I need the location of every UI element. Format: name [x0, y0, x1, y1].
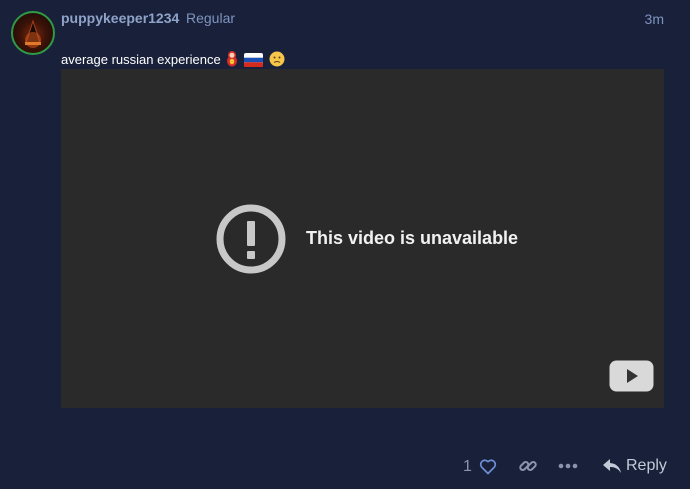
post-text: average russian experience — [61, 52, 221, 67]
embedded-video[interactable]: This video is unavailable — [61, 69, 664, 408]
heart-icon[interactable] — [478, 456, 498, 476]
link-icon[interactable] — [518, 456, 538, 476]
reply-button[interactable]: Reply — [626, 457, 667, 475]
like-count: 1 — [463, 458, 472, 475]
post-username[interactable]: puppykeeper1234 — [61, 10, 179, 26]
matryoshka-doll-icon — [227, 51, 238, 67]
russia-flag-icon — [243, 53, 263, 67]
post-timestamp[interactable]: 3m — [645, 11, 664, 27]
reply-arrow-icon[interactable] — [601, 456, 623, 476]
avatar-image — [25, 19, 41, 48]
alert-circle-icon — [216, 204, 286, 274]
video-unavailable-message: This video is unavailable — [306, 228, 519, 248]
youtube-play-icon[interactable] — [609, 360, 654, 392]
user-title: Regular — [186, 10, 236, 26]
more-dots-icon[interactable] — [557, 456, 579, 476]
slightly-frowning-face-icon — [269, 51, 285, 67]
user-avatar[interactable] — [11, 11, 55, 55]
post-body: average russian experience — [61, 50, 285, 67]
